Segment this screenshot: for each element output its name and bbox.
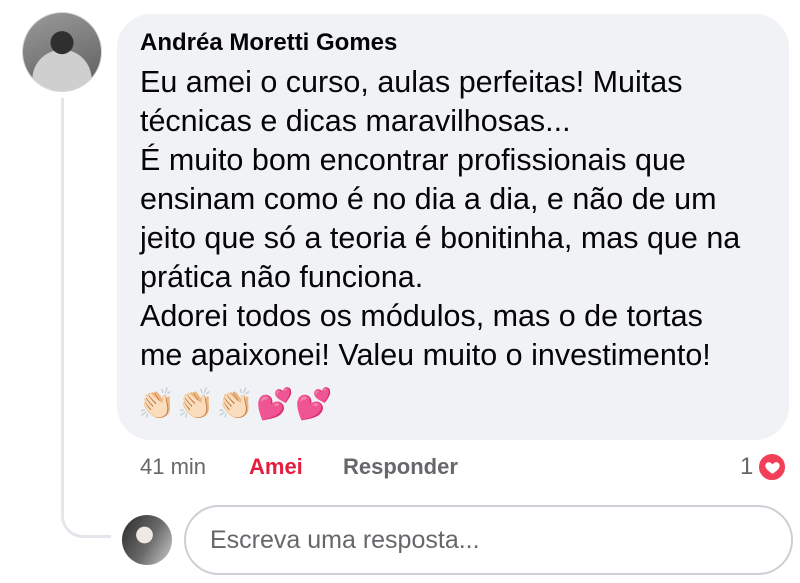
comment-author[interactable]: Andréa Moretti Gomes [140, 29, 397, 57]
reaction-count: 1 [740, 453, 754, 480]
reply-input[interactable] [208, 524, 791, 556]
love-reaction-button[interactable]: Amei [249, 453, 303, 481]
thread-line [61, 98, 111, 538]
comment-text: Eu amei o curso, aulas perfeitas! Muitas… [140, 65, 741, 372]
reply-field-container[interactable] [184, 505, 793, 575]
reply-button[interactable]: Responder [343, 453, 458, 481]
heart-icon [757, 452, 788, 482]
current-user-avatar[interactable] [122, 515, 172, 565]
comment-emojis: 👏🏻👏🏻👏🏻💕💕 [138, 388, 335, 421]
author-avatar[interactable] [22, 12, 102, 92]
reaction-summary[interactable]: 1 [740, 450, 788, 484]
comment-timestamp[interactable]: 41 min [140, 453, 206, 481]
